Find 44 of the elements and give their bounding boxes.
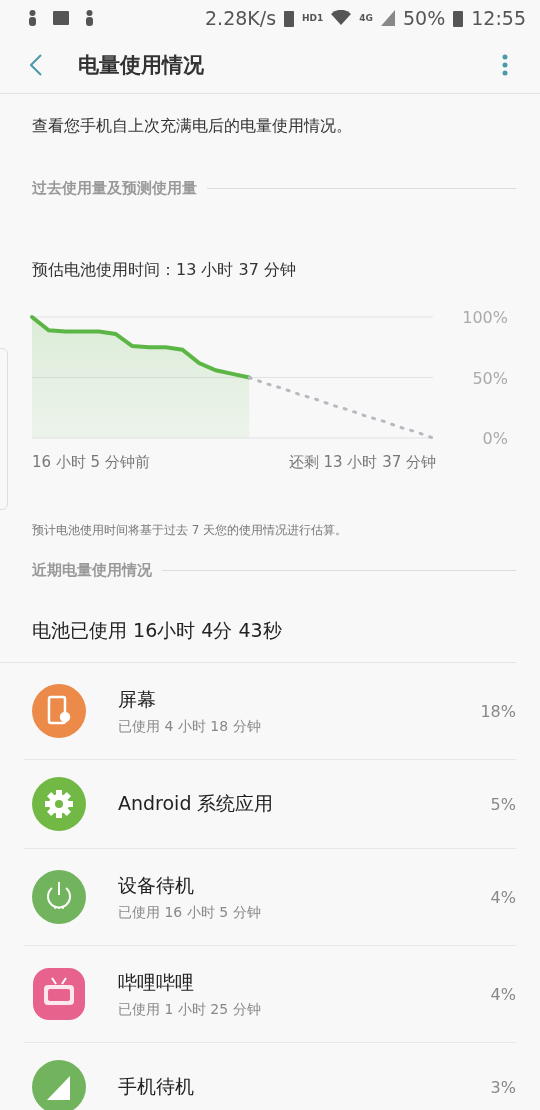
network-type-label: 4G — [359, 13, 373, 23]
section-header: 近期电量使用情况 — [32, 561, 152, 580]
intro-text: 查看您手机自上次充满电后的电量使用情况。 — [31, 115, 353, 137]
battery-icon — [453, 9, 464, 27]
figure-icon — [85, 10, 94, 26]
axis-tick-label: 0% — [482, 429, 508, 448]
chevron-left-icon — [30, 53, 42, 76]
app-percent: 4% — [490, 887, 516, 907]
section-header: 过去使用量及预测使用量 — [32, 179, 197, 198]
hd-voice-label: HD1 — [302, 13, 324, 23]
axis-start-label: 16 小时 5 分钟前 — [32, 453, 150, 472]
signal-icon — [381, 10, 395, 26]
page-title: 电量使用情况 — [78, 51, 205, 79]
battery-percent: 50% — [403, 7, 446, 29]
app-usage-time: 已使用 1 小时 25 分钟 — [118, 1000, 262, 1019]
app-usage-row[interactable]: 哔哩哔哩 已使用 1 小时 25 分钟 4% — [24, 946, 516, 1043]
more-icon — [502, 53, 508, 76]
usage-total: 电池已使用 16小时 4分 43秒 — [0, 580, 516, 663]
axis-tick-label: 100% — [462, 309, 508, 327]
app-name: 设备待机 — [118, 872, 195, 898]
app-name: 屏幕 — [118, 686, 157, 712]
app-usage-row[interactable]: 屏幕 已使用 4 小时 18 分钟 18% — [24, 663, 516, 760]
axis-end-label: 还剩 13 小时 37 分钟 — [288, 453, 436, 472]
network-speed: 2.28K/s — [205, 7, 277, 29]
axis-tick-label: 50% — [472, 368, 508, 388]
figure-icon — [28, 10, 37, 26]
app-usage-time: 已使用 4 小时 18 分钟 — [118, 717, 262, 736]
app-percent: 18% — [480, 701, 516, 721]
wifi-icon — [331, 10, 352, 26]
footnote: 预计电池使用时间将基于过去 7 天您的使用情况进行估算。 — [31, 522, 349, 539]
image-icon — [53, 11, 69, 25]
app-usage-row[interactable]: 手机待机 3% — [24, 1043, 516, 1110]
app-usage-row[interactable]: 设备待机 已使用 16 小时 5 分钟 4% — [24, 849, 516, 946]
app-percent: 4% — [490, 984, 516, 1004]
app-name: Android 系统应用 — [118, 791, 275, 816]
app-name: 哔哩哔哩 — [118, 969, 195, 995]
app-percent: 5% — [490, 794, 516, 814]
battery-saver-icon — [284, 9, 295, 27]
app-name: 手机待机 — [118, 1074, 195, 1099]
app-usage-row[interactable]: Android 系统应用 5% — [24, 760, 516, 849]
estimate-text: 预估电池使用时间：13 小时 37 分钟 — [31, 259, 297, 281]
clock: 12:55 — [471, 7, 526, 29]
app-percent: 3% — [490, 1077, 516, 1097]
app-usage-time: 已使用 16 小时 5 分钟 — [118, 903, 262, 922]
